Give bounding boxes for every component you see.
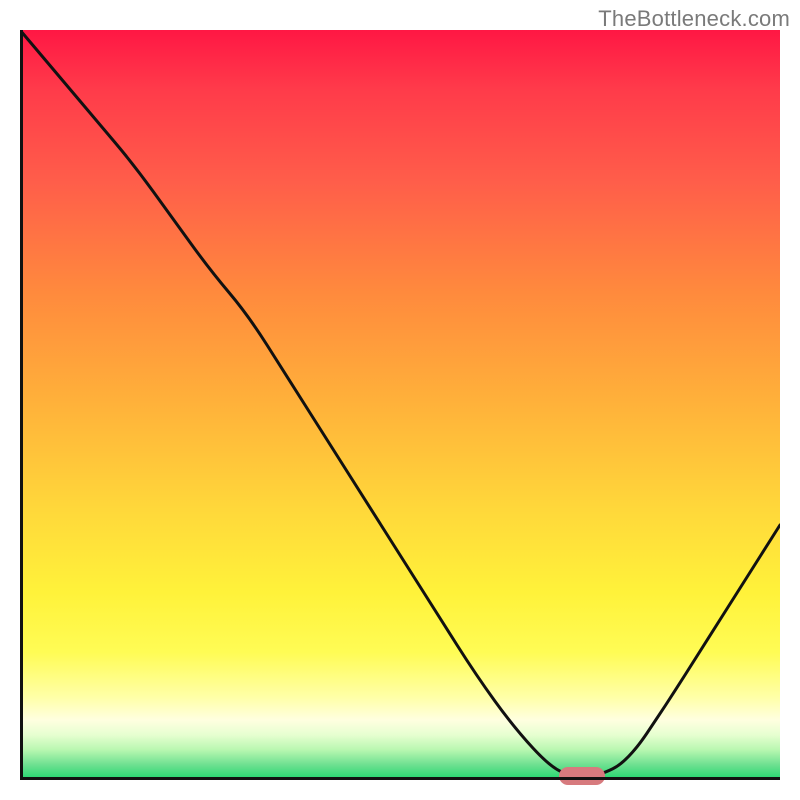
- watermark-text: TheBottleneck.com: [598, 6, 790, 32]
- optimal-marker: [559, 767, 605, 785]
- plot-area: [20, 30, 780, 780]
- gradient-background: [20, 30, 780, 780]
- bottleneck-chart: TheBottleneck.com: [0, 0, 800, 800]
